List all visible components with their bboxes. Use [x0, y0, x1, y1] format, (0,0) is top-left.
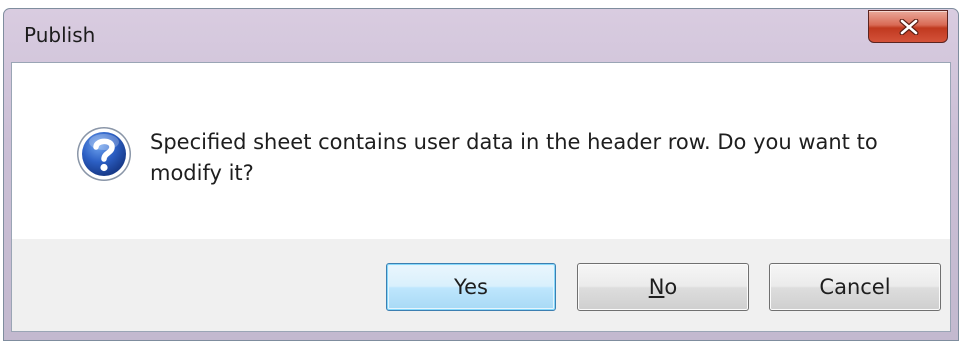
- question-icon: [77, 127, 131, 181]
- message-area: Specified sheet contains user data in th…: [12, 63, 950, 239]
- screenshot-page: Publish Specified sheet contains user da…: [0, 0, 963, 343]
- no-button-mnemonic: N: [648, 275, 665, 299]
- close-icon: [899, 19, 919, 35]
- cancel-button-label: Cancel: [819, 275, 891, 299]
- no-button-label-rest: o: [664, 275, 678, 299]
- title-bar[interactable]: Publish: [4, 9, 958, 63]
- yes-button[interactable]: Yes: [386, 263, 556, 311]
- window-title: Publish: [24, 23, 96, 47]
- no-button[interactable]: No: [577, 263, 749, 311]
- button-area: Yes No Cancel: [12, 239, 950, 331]
- publish-dialog: Publish Specified sheet contains user da…: [3, 8, 959, 341]
- close-button[interactable]: [868, 10, 948, 43]
- yes-button-label: Yes: [454, 275, 488, 299]
- cancel-button[interactable]: Cancel: [769, 263, 941, 311]
- dialog-content: Specified sheet contains user data in th…: [11, 62, 951, 332]
- message-text: Specified sheet contains user data in th…: [150, 130, 878, 185]
